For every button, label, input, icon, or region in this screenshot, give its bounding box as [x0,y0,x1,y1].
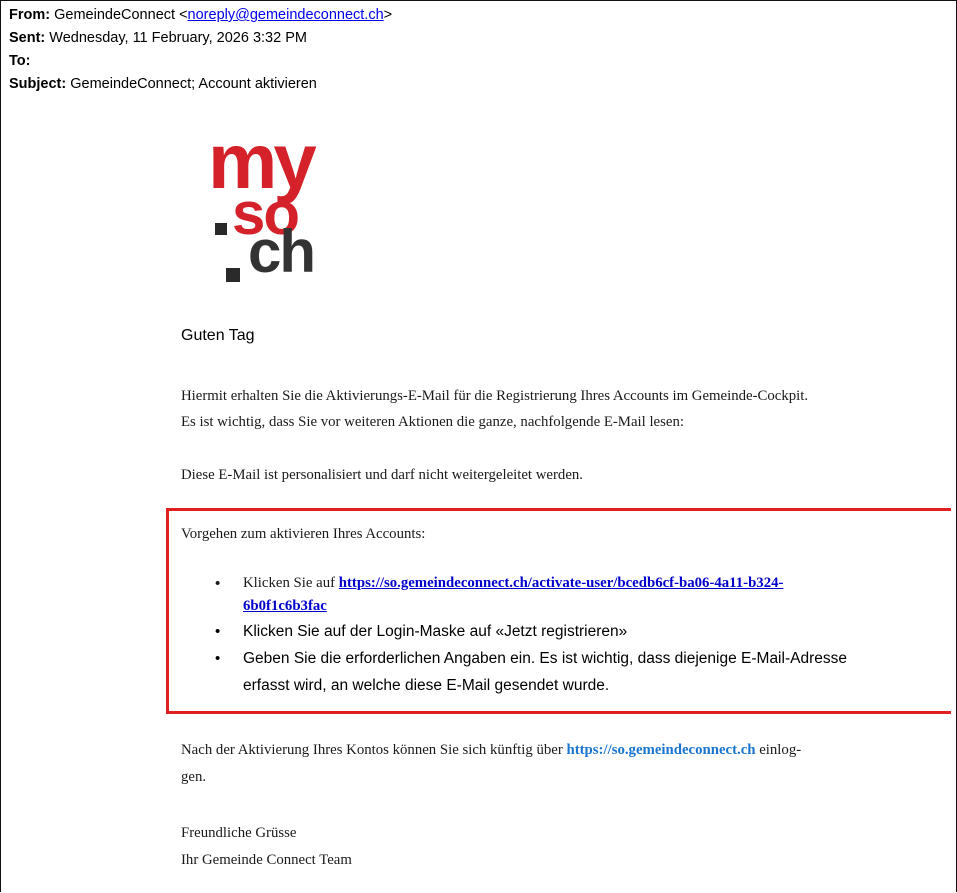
activation-link-part-2[interactable]: 6b0f1c6b3fac [243,598,327,614]
from-label: From: [9,7,51,23]
intro-paragraph: Hiermit erhalten Sie die Aktivierungs-E-… [181,383,956,435]
from-email-link[interactable]: noreply@gemeindeconnect.ch [188,7,384,23]
after-prefix: Nach der Aktivierung Ihres Kontos können… [181,742,567,758]
bullet-icon: • [215,623,221,640]
after-suffix: einlog- [755,742,802,758]
from-row: From: GemeindeConnect <noreply@gemeindec… [9,7,393,23]
list-item: • Geben Sie die erforderlichen Angaben e… [215,645,945,699]
logo-dot-2 [226,268,240,282]
myso-logo: my so ch [208,122,318,285]
portal-link[interactable]: https://so.gemeindeconnect.ch [566,742,755,758]
logo-ch: ch [248,218,316,285]
step3-line-1: Geben Sie die erforderlichen Angaben ein… [243,650,847,667]
closing-greeting: Freundliche Grüsse [181,825,297,841]
list-item: • Klicken Sie auf der Login-Maske auf «J… [215,618,945,645]
step2-text: Klicken Sie auf der Login-Maske auf «Jet… [243,623,628,640]
instructions-list: • Klicken Sie auf https://so.gemeindecon… [215,572,945,699]
to-label: To: [9,53,31,69]
bullet-icon: • [215,650,221,667]
to-row: To: [9,50,392,73]
greeting: Guten Tag [181,327,255,344]
activation-link-part-1[interactable]: https://so.gemeindeconnect.ch/activate-u… [339,575,784,591]
bullet-icon: • [215,575,221,592]
closing: Freundliche Grüsse Ihr Gemeinde Connect … [181,820,352,874]
subject-row: Subject: GemeindeConnect; Account aktivi… [9,73,392,96]
sent-row: Sent: Wednesday, 11 February, 2026 3:32 … [9,27,392,50]
subject-value: GemeindeConnect; Account aktivieren [70,76,317,92]
intro-line-1: Hiermit erhalten Sie die Aktivierungs-E-… [181,388,809,404]
sent-label: Sent: [9,30,46,46]
subject-label: Subject: [9,76,67,92]
after-line-2: gen. [181,769,207,785]
step3-line-2: erfasst wird, an welche diese E-Mail ges… [243,677,610,694]
closing-signature: Ihr Gemeinde Connect Team [181,852,352,868]
logo-dot-1 [215,223,227,235]
step1-prefix: Klicken Sie auf [243,575,339,591]
sent-value: Wednesday, 11 February, 2026 3:32 PM [49,30,307,46]
instructions-title: Vorgehen zum aktivieren Ihres Accounts: [181,526,426,542]
intro-line-2: Es ist wichtig, dass Sie vor weiteren Ak… [181,414,684,430]
notice-text: Diese E-Mail ist personalisiert und darf… [181,467,583,483]
after-activation-paragraph: Nach der Aktivierung Ihres Kontos können… [181,737,951,791]
list-item: • Klicken Sie auf https://so.gemeindecon… [215,572,945,618]
email-header: From: GemeindeConnect <noreply@gemeindec… [9,4,392,96]
from-name: GemeindeConnect [54,7,176,23]
